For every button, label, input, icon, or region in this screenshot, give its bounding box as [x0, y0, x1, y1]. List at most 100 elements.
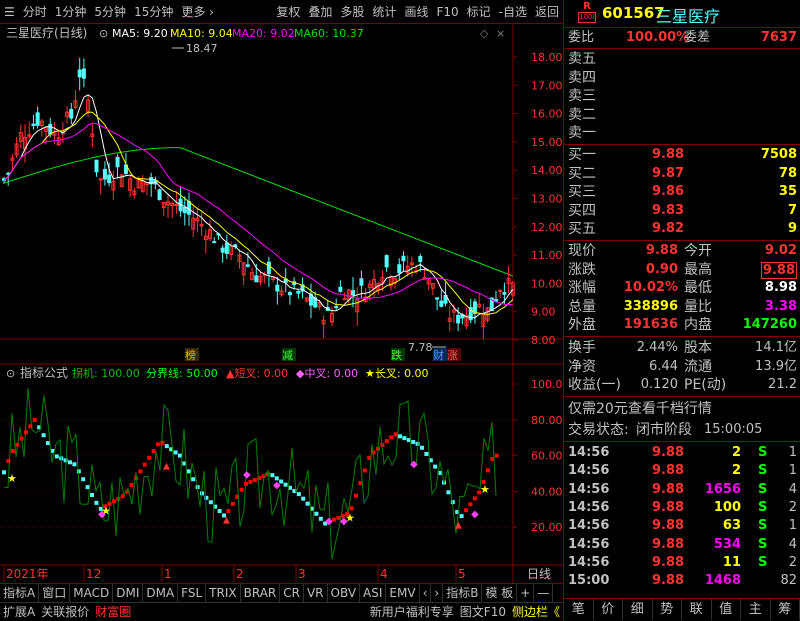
badge-level: 1000: [578, 12, 596, 23]
chart-settings-icon[interactable]: ⊙: [99, 27, 108, 40]
date-label: 1: [164, 567, 172, 581]
stat-label: 收益(一): [568, 376, 621, 395]
tab-indicator-b[interactable]: 指标B: [443, 584, 482, 603]
mark-button[interactable]: 标记: [463, 0, 495, 24]
diamond-icon[interactable]: ◇: [480, 27, 489, 40]
stat-value: 0.120: [641, 376, 678, 395]
tick-volume: 2: [732, 444, 741, 463]
tab-dmi[interactable]: DMI: [113, 584, 143, 603]
tab-trix[interactable]: TRIX: [206, 584, 240, 603]
fuquan-button[interactable]: 复权: [272, 0, 304, 24]
scroll-right-icon[interactable]: ›: [431, 584, 443, 603]
ma10-line: [4, 112, 513, 314]
event-tag-zhang[interactable]: 涨: [447, 349, 458, 362]
indicator-block: [398, 434, 402, 438]
tab-brar[interactable]: BRAR: [241, 584, 281, 603]
back-button[interactable]: 返回: [531, 0, 563, 24]
scroll-left-icon[interactable]: ‹: [420, 584, 432, 603]
draw-line-button[interactable]: 画线: [400, 0, 432, 24]
stats-button[interactable]: 统计: [368, 0, 400, 24]
ma5-legend: MA5: 9.20: [112, 27, 168, 40]
f10-button[interactable]: F10: [432, 0, 462, 24]
price-tick-label: 11.00: [531, 249, 563, 262]
indicator-block: [284, 483, 288, 487]
event-tag-jian[interactable]: 减: [282, 349, 293, 362]
tab-extend-a[interactable]: 扩展A: [0, 603, 38, 621]
tab-dma[interactable]: DMA: [143, 584, 178, 603]
candle-body: [255, 276, 258, 282]
candle-body: [276, 285, 279, 291]
tab-window[interactable]: 窗口: [39, 584, 70, 603]
tick-row: 14:569.882S1: [564, 462, 800, 481]
stat-label: 换手: [568, 339, 596, 358]
tab-bi[interactable]: 笔: [564, 599, 594, 620]
promo-row[interactable]: 仅需20元查看千档行情: [564, 400, 800, 419]
buy-volume: 7508: [761, 146, 797, 165]
event-tag-cai[interactable]: 财: [433, 348, 444, 362]
remove-pane-icon[interactable]: —: [534, 584, 553, 603]
toolbar-menu-icon[interactable]: ☰: [0, 0, 19, 24]
tab-emv[interactable]: EMV: [386, 584, 419, 603]
chart-title: 三星医疗(日线): [6, 26, 87, 40]
stat-value: 6.44: [649, 358, 678, 377]
stat-label: 量比: [684, 298, 712, 317]
tab-cr[interactable]: CR: [280, 584, 304, 603]
promo-link[interactable]: 新用户福利专享: [367, 603, 457, 621]
buy-row: 买四9.837: [564, 202, 800, 221]
tab-template[interactable]: 模 板: [482, 584, 517, 603]
more-button[interactable]: 更多 ›: [177, 0, 218, 24]
tab-lian[interactable]: 联: [682, 599, 712, 620]
tab-obv[interactable]: OBV: [328, 584, 361, 603]
multi-stock-button[interactable]: 多股: [336, 0, 368, 24]
tab-macd[interactable]: MACD: [70, 584, 113, 603]
tab-xi[interactable]: 细: [623, 599, 653, 620]
stat-value: 0.90: [646, 261, 678, 280]
tick-direction: S: [758, 554, 767, 573]
event-tag-die[interactable]: 跌: [391, 348, 402, 362]
promo-text[interactable]: 仅需20元查看千档行情: [568, 400, 712, 419]
tab-fenshi[interactable]: 分时: [19, 0, 51, 24]
kline-chart[interactable]: 18.0017.0016.0015.0014.0013.0012.0011.00…: [0, 24, 563, 583]
tab-5min[interactable]: 5分钟: [90, 0, 130, 24]
period-label[interactable]: 日线: [527, 567, 551, 581]
candle-body: [82, 69, 85, 78]
indicator-block: [143, 463, 147, 467]
trade-status: 闭市阶段: [636, 421, 692, 440]
add-pane-icon[interactable]: +: [517, 584, 534, 603]
legend-guaiji: 拐机: 100.00: [72, 366, 140, 380]
tick-price: 9.88: [652, 517, 684, 536]
event-tag-bang[interactable]: 榜: [185, 348, 196, 362]
remove-watchlist-button[interactable]: -自选: [495, 0, 531, 24]
tab-asi[interactable]: ASI: [360, 584, 386, 603]
stat-label: 最低: [684, 279, 712, 298]
tab-15min[interactable]: 15分钟: [130, 0, 177, 24]
candle-body: [246, 265, 249, 266]
f10-graphic-link[interactable]: 图文F10: [457, 603, 509, 621]
price-tick-label: 15.00: [531, 136, 563, 149]
close-chart-icon[interactable]: ×: [496, 27, 505, 40]
tab-vr[interactable]: VR: [304, 584, 328, 603]
tick-volume: 2: [732, 462, 741, 481]
candle-body: [297, 291, 300, 293]
candle-body: [457, 315, 460, 323]
sidebar-toggle[interactable]: 侧边栏《: [509, 603, 563, 621]
tab-shi[interactable]: 势: [653, 599, 683, 620]
tick-row: 14:569.882S1: [564, 444, 800, 463]
tab-indicator-a[interactable]: 指标A: [0, 584, 39, 603]
tab-zhi[interactable]: 值: [712, 599, 742, 620]
overlay-button[interactable]: 叠加: [304, 0, 336, 24]
indicator-block: [363, 468, 367, 472]
tick-row: 14:569.88534S4: [564, 536, 800, 555]
stat-label: 股本: [684, 339, 712, 358]
ma20-legend: MA20: 9.02: [232, 27, 295, 40]
tab-related-quote[interactable]: 关联报价: [38, 603, 92, 621]
tab-zhu[interactable]: 主: [741, 599, 771, 620]
tab-wealth-circle[interactable]: 财富圈: [92, 603, 134, 621]
tab-jia[interactable]: 价: [594, 599, 624, 620]
indicator-settings-icon[interactable]: ⊙: [6, 367, 15, 380]
tab-fsl[interactable]: FSL: [178, 584, 206, 603]
tab-1min[interactable]: 1分钟: [51, 0, 91, 24]
tab-chou[interactable]: 筹: [771, 599, 800, 620]
candle-body: [385, 256, 388, 267]
buy-label: 买五: [568, 220, 596, 239]
